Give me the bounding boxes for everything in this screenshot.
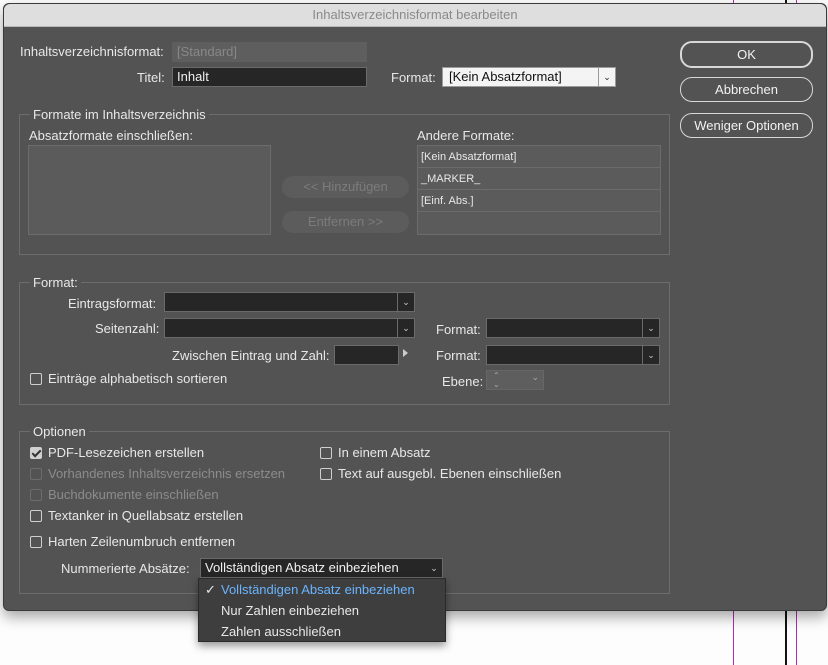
menu-item-exclude-numbers[interactable]: Zahlen ausschließen <box>199 621 445 642</box>
include-styles-label: Absatzformate einschließen: <box>29 128 194 143</box>
stepper-icon: ⌃ ⌄ <box>493 371 500 389</box>
chevron-down-icon: ⌄ <box>598 68 615 86</box>
remove-button: Entfernen >> <box>282 211 409 233</box>
fewer-options-button[interactable]: Weniger Optionen <box>680 113 813 138</box>
text-anchor-label[interactable]: Textanker in Quellabsatz erstellen <box>48 508 243 523</box>
remove-line-break-label[interactable]: Harten Zeilenumbruch entfernen <box>48 534 235 549</box>
menu-item-label: Zahlen ausschließen <box>221 624 341 639</box>
numbered-paragraphs-menu: ✓ Vollständigen Absatz einbeziehen Nur Z… <box>198 578 446 642</box>
page-number-format-select[interactable]: ⌄ <box>486 318 660 338</box>
toc-style-name-field: [Standard] <box>172 42 367 62</box>
other-styles-list[interactable]: [Kein Absatzformat] _MARKER_ [Einf. Abs.… <box>417 145 661 235</box>
sort-alphabetical-checkbox[interactable] <box>30 373 42 385</box>
title-label: Titel: <box>137 70 165 85</box>
menu-item-label: Vollständigen Absatz einbeziehen <box>221 582 415 597</box>
hidden-layers-label[interactable]: Text auf ausgebl. Ebenen einschließen <box>338 466 561 481</box>
toc-style-dialog: Inhaltsverzeichnisformat bearbeiten Inha… <box>3 3 827 611</box>
menu-item-numbers-only[interactable]: Nur Zahlen einbeziehen <box>199 600 445 621</box>
entry-style-select[interactable]: ⌄ <box>164 292 415 312</box>
page-number-select[interactable]: ⌄ <box>164 318 415 338</box>
level-label: Ebene: <box>442 374 484 389</box>
run-in-label[interactable]: In einem Absatz <box>338 445 431 460</box>
numbered-paragraphs-select[interactable]: Vollständigen Absatz einbeziehen ⌄ <box>200 558 443 578</box>
remove-line-break-checkbox[interactable] <box>30 536 42 548</box>
entry-style-label: Eintragsformat: <box>68 296 157 311</box>
chevron-down-icon: ⌄ <box>531 372 539 382</box>
replace-toc-label: Vorhandenes Inhaltsverzeichnis ersetzen <box>48 466 286 481</box>
toc-style-label: Inhaltsverzeichnisformat: <box>20 44 164 59</box>
between-entry-input[interactable] <box>334 345 399 365</box>
cancel-button[interactable]: Abbrechen <box>680 77 813 102</box>
other-styles-label: Andere Formate: <box>417 128 515 143</box>
page-number-label: Seitenzahl: <box>95 321 160 336</box>
pdf-bookmarks-label[interactable]: PDF-Lesezeichen erstellen <box>48 445 204 460</box>
options-section-title: Optionen <box>30 424 89 439</box>
sort-alphabetical-label[interactable]: Einträge alphabetisch sortieren <box>48 371 227 386</box>
chevron-down-icon: ⌄ <box>642 319 659 337</box>
numbered-paragraphs-label: Nummerierte Absätze: <box>61 561 190 576</box>
chevron-down-icon: ⌄ <box>397 319 414 337</box>
title-style-value: [Kein Absatzformat] <box>449 69 562 84</box>
hidden-layers-checkbox[interactable] <box>320 468 332 480</box>
menu-item-full-paragraph[interactable]: ✓ Vollständigen Absatz einbeziehen <box>199 579 445 600</box>
menu-item-label: Nur Zahlen einbeziehen <box>221 603 360 618</box>
list-item[interactable]: [Einf. Abs.] <box>418 190 660 212</box>
ok-button[interactable]: OK <box>680 41 813 68</box>
numbered-paragraphs-value: Vollständigen Absatz einbeziehen <box>205 560 399 575</box>
list-item[interactable]: [Kein Absatzformat] <box>418 146 660 168</box>
include-book-label: Buchdokumente einschließen <box>48 487 219 502</box>
text-anchor-checkbox[interactable] <box>30 510 42 522</box>
run-in-checkbox[interactable] <box>320 447 332 459</box>
include-book-checkbox <box>30 489 42 501</box>
window-title: Inhaltsverzeichnisformat bearbeiten <box>4 4 826 27</box>
page-number-format-label: Format: <box>436 322 481 337</box>
chevron-down-icon: ⌄ <box>397 293 414 311</box>
chevron-down-icon: ⌄ <box>642 346 659 364</box>
title-style-select[interactable]: [Kein Absatzformat] ⌄ <box>442 67 616 87</box>
add-button: << Hinzufügen <box>282 176 409 198</box>
between-format-select[interactable]: ⌄ <box>486 345 660 365</box>
format-section-title: Format: <box>30 275 81 290</box>
triangle-right-icon[interactable] <box>403 349 408 357</box>
title-style-label: Format: <box>391 70 436 85</box>
between-format-label: Format: <box>436 348 481 363</box>
between-entry-label: Zwischen Eintrag und Zahl: <box>172 348 330 363</box>
pdf-bookmarks-checkbox[interactable] <box>30 447 42 459</box>
styles-in-toc-title: Formate im Inhaltsverzeichnis <box>30 107 209 122</box>
include-styles-list[interactable] <box>28 145 271 235</box>
level-stepper[interactable]: ⌃ ⌄ ⌄ <box>486 370 544 390</box>
replace-toc-checkbox <box>30 468 42 480</box>
title-input[interactable]: Inhalt <box>172 67 367 87</box>
chevron-down-icon: ⌄ <box>430 562 438 573</box>
list-item[interactable]: _MARKER_ <box>418 168 660 190</box>
checkmark-icon: ✓ <box>205 582 216 597</box>
